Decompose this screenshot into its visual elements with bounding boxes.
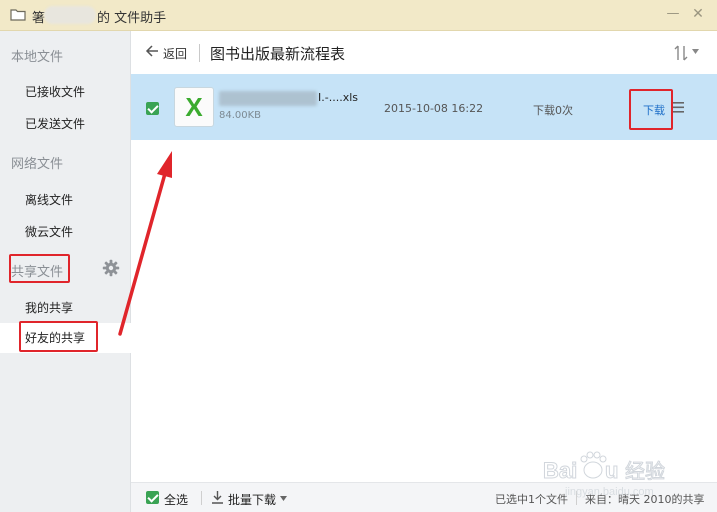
file-size: 84.00KB [219, 110, 262, 121]
watermark-url: jingyan.baidu.com [565, 486, 654, 498]
annotation-box-shared-files [9, 254, 70, 283]
header-divider [199, 44, 200, 62]
chevron-down-icon[interactable] [692, 49, 699, 54]
sort-icon[interactable] [672, 44, 690, 62]
select-all-label[interactable]: 全选 [164, 491, 188, 508]
baidu-jingyan-watermark: Bai u 经验 jingyan.baidu.com [535, 448, 705, 508]
annotation-box-download [629, 89, 673, 130]
file-date: 2015-10-08 16:22 [384, 102, 484, 115]
blurred-file-name [219, 91, 317, 106]
sidebar-item-sent-files[interactable]: 已发送文件 [25, 115, 85, 132]
excel-file-icon: X [174, 87, 214, 127]
back-button[interactable]: 返回 [163, 45, 187, 62]
window-titlebar: 箸 的 文件助手 — ✕ [0, 0, 717, 31]
file-checkbox[interactable] [146, 102, 159, 115]
svg-text:Bai: Bai [543, 458, 577, 483]
content-header: 返回 图书出版最新流程表 [131, 31, 717, 74]
svg-text:经验: 经验 [625, 459, 665, 483]
annotation-box-friends-shares [19, 321, 98, 352]
window-title: 的 文件助手 [97, 11, 167, 26]
annotation-arrow [118, 151, 172, 336]
sidebar-item-received-files[interactable]: 已接收文件 [25, 83, 85, 100]
sidebar-item-weiyun-files[interactable]: 微云文件 [25, 223, 73, 240]
folder-icon [10, 8, 26, 21]
file-name: I.-....xls [318, 91, 358, 104]
minimize-button[interactable]: — [665, 6, 681, 22]
bottom-divider [201, 491, 202, 505]
sidebar-section-local: 本地文件 [11, 50, 64, 65]
chevron-down-icon[interactable] [280, 496, 287, 501]
sidebar-item-my-shares[interactable]: 我的共享 [25, 299, 73, 316]
sidebar-item-offline-files[interactable]: 离线文件 [25, 191, 73, 208]
close-button[interactable]: ✕ [690, 6, 706, 22]
blurred-contact-name [44, 6, 96, 24]
window-title-prefix: 箸 [32, 11, 46, 26]
select-all-checkbox[interactable] [146, 491, 159, 504]
download-icon[interactable] [211, 491, 224, 504]
back-arrow-icon[interactable] [145, 44, 159, 58]
download-count: 下载0次 [533, 104, 573, 117]
batch-download-button[interactable]: 批量下载 [228, 491, 276, 508]
page-title: 图书出版最新流程表 [210, 45, 346, 63]
sidebar-section-network: 网络文件 [11, 157, 64, 172]
svg-text:u: u [605, 458, 618, 483]
